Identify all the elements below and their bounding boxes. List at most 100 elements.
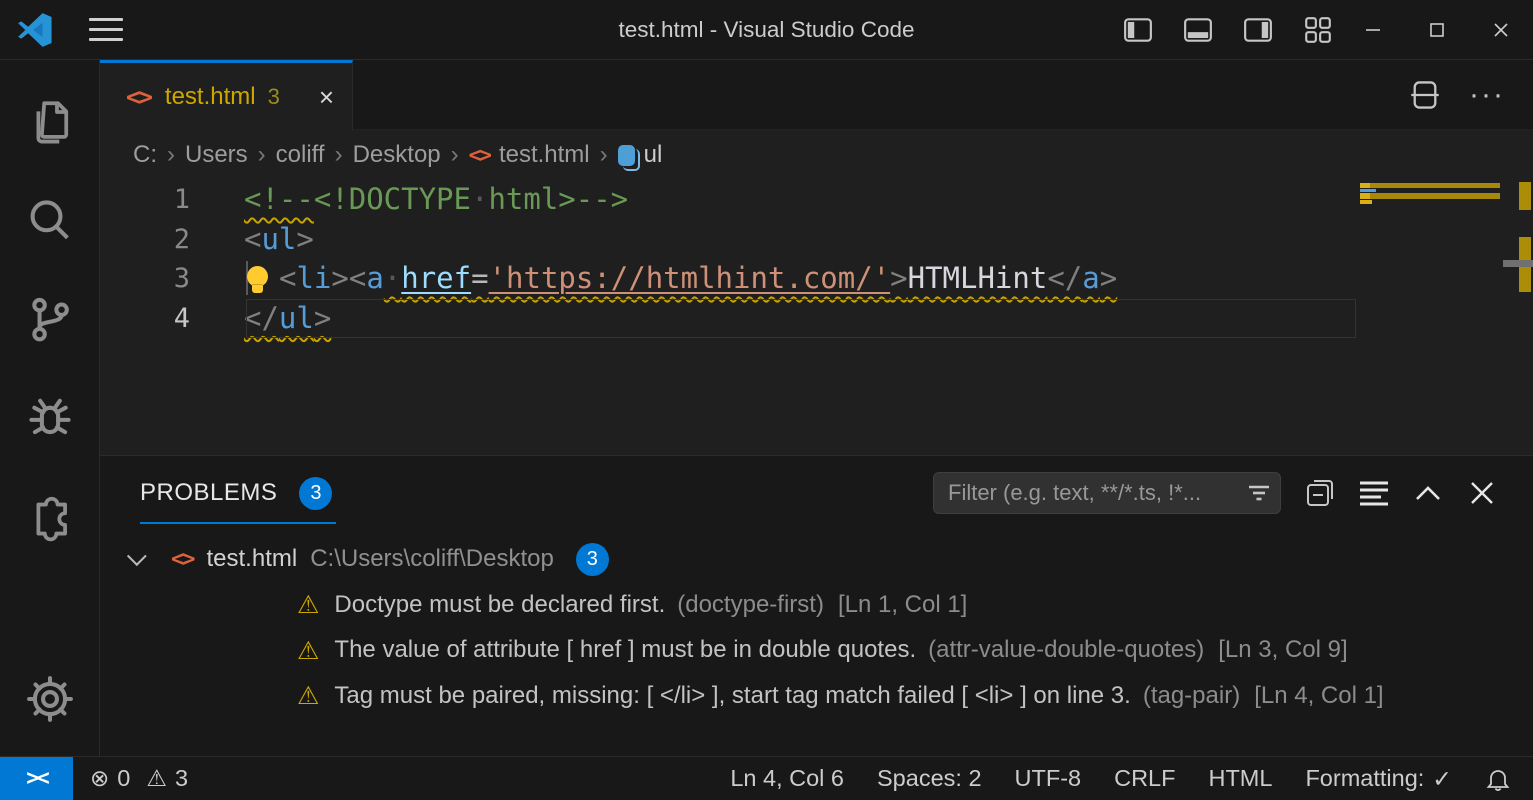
manage-settings-gear-icon[interactable] [0, 650, 100, 748]
problem-source: (attr-value-double-quotes) [928, 636, 1204, 664]
breadcrumb-label: Desktop [353, 141, 441, 169]
maximize-button[interactable] [1405, 0, 1469, 59]
vscode-logo-icon [17, 12, 53, 48]
file-name: test.html [207, 545, 298, 573]
menu-hamburger-icon[interactable] [89, 18, 123, 41]
encoding-status[interactable]: UTF-8 [1015, 765, 1082, 792]
problems-filter-input[interactable] [933, 472, 1281, 514]
tab-close-icon[interactable]: × [319, 84, 334, 110]
code-token: HTMLHint [908, 261, 1048, 295]
code-token: <!-- [244, 182, 314, 216]
search-icon[interactable] [0, 172, 100, 270]
line-number: 3 [100, 259, 244, 299]
extensions-icon[interactable] [0, 466, 100, 564]
code-token: > [296, 222, 313, 256]
editor[interactable]: 1<!--<!DOCTYPE·html>-->2<ul>3<li><a·href… [100, 180, 1533, 455]
code-token: a [1082, 261, 1099, 295]
code-token: > [314, 301, 331, 335]
language-mode-status[interactable]: HTML [1208, 765, 1272, 792]
lightbulb-icon[interactable] [244, 265, 279, 295]
breadcrumb-label: coliff [276, 141, 325, 169]
problem-position: [Ln 1, Col 1] [838, 591, 967, 619]
toggle-secondary-sidebar-icon[interactable] [1235, 7, 1281, 53]
file-problems-badge: 3 [576, 543, 609, 576]
warning-icon: ⚠ [297, 636, 319, 665]
symbol-element-icon [618, 145, 635, 166]
code-line-3[interactable]: 3<li><a·href='https://htmlhint.com/'>HTM… [100, 259, 1533, 299]
notifications-bell-icon[interactable] [1485, 766, 1511, 792]
problem-message: Doctype must be declared first. [334, 591, 665, 619]
code-token: · [384, 261, 401, 295]
close-window-button[interactable] [1469, 0, 1533, 59]
code-line-1[interactable]: 1<!--<!DOCTYPE·html>--> [100, 180, 1533, 220]
code-token: ul [261, 222, 296, 256]
breadcrumb-item-c-[interactable]: C: [133, 141, 157, 169]
problem-message: The value of attribute [ href ] must be … [334, 636, 916, 664]
filter-icon [1247, 483, 1271, 503]
explorer-icon[interactable] [0, 74, 100, 172]
breadcrumb-item-desktop[interactable]: Desktop [353, 141, 441, 169]
cursor-position-status[interactable]: Ln 4, Col 6 [730, 765, 844, 792]
problem-row-1[interactable]: ⚠Doctype must be declared first.(doctype… [100, 582, 1533, 628]
breadcrumb-item-test-html[interactable]: <>test.html [469, 141, 590, 169]
more-actions-icon[interactable]: ··· [1469, 78, 1505, 112]
errors-warnings-status[interactable]: ⊗ 0 ⚠ 3 [90, 765, 188, 792]
breadcrumb-item-ul[interactable]: ul [618, 141, 663, 169]
problem-row-2[interactable]: ⚠ The value of attribute [ href ] must be… [100, 628, 1533, 674]
problems-filter [933, 472, 1281, 514]
toggle-panel-icon[interactable] [1175, 7, 1221, 53]
breadcrumb-separator-icon: › [167, 141, 175, 169]
minimize-button[interactable] [1341, 0, 1405, 59]
customize-layout-icon[interactable] [1295, 7, 1341, 53]
warning-icon: ⚠ [146, 766, 167, 792]
minimap[interactable] [1360, 183, 1500, 205]
problem-position: [Ln 3, Col 9] [1218, 636, 1347, 664]
warning-count: 3 [175, 765, 188, 792]
tab-test-html[interactable]: <> test.html 3 × [100, 60, 353, 130]
remote-indicator[interactable]: >< [0, 757, 73, 800]
breadcrumb-separator-icon: › [451, 141, 459, 169]
html-file-icon: <> [171, 547, 194, 572]
file-path: C:\Users\coliff\Desktop [310, 545, 554, 573]
error-count: 0 [117, 765, 130, 792]
overview-ruler [1503, 180, 1533, 455]
run-and-debug-icon[interactable] [0, 368, 100, 466]
eol-status[interactable]: CRLF [1114, 765, 1175, 792]
code-token: li [296, 261, 331, 295]
chevron-down-icon [127, 546, 147, 566]
breadcrumb-item-coliff[interactable]: coliff [276, 141, 325, 169]
code-token: < [279, 261, 296, 295]
split-editor-icon[interactable] [1409, 79, 1441, 111]
breadcrumb-label: Users [185, 141, 248, 169]
tab-label: test.html [165, 83, 256, 111]
collapse-all-icon[interactable] [1305, 478, 1335, 508]
html-file-icon: <> [469, 143, 490, 167]
breadcrumb-item-users[interactable]: Users [185, 141, 248, 169]
problem-source: (doctype-first) [677, 591, 824, 619]
source-control-icon[interactable] [0, 270, 100, 368]
code-line-2[interactable]: 2<ul> [100, 220, 1533, 260]
toggle-primary-sidebar-icon[interactable] [1115, 7, 1161, 53]
problems-tree: <> test.html C:\Users\coliff\Desktop 3 ⚠… [100, 530, 1533, 719]
code-line-4[interactable]: 4</ul> [100, 299, 1533, 339]
error-icon: ⊗ [90, 766, 109, 792]
problems-file-group[interactable]: <> test.html C:\Users\coliff\Desktop 3 [100, 536, 1533, 582]
breadcrumb-label: C: [133, 141, 157, 169]
formatting-status[interactable]: Formatting: ✓ [1305, 765, 1452, 793]
status-bar: >< ⊗ 0 ⚠ 3 Ln 4, Col 6 Spaces: 2 UTF-8 C… [0, 756, 1533, 800]
maximize-panel-icon[interactable] [1413, 478, 1443, 508]
problems-count-badge: 3 [299, 477, 332, 510]
close-panel-icon[interactable] [1467, 478, 1497, 508]
view-as-table-icon[interactable] [1359, 478, 1389, 508]
activity-bar [0, 60, 100, 756]
problem-row-3[interactable]: ⚠Tag must be paired, missing: [ </li> ],… [100, 673, 1533, 719]
code-token: · [471, 182, 488, 216]
indentation-status[interactable]: Spaces: 2 [877, 765, 982, 792]
problem-source: (tag-pair) [1143, 682, 1240, 710]
titlebar: test.html - Visual Studio Code [0, 0, 1533, 60]
tab-problems[interactable]: PROBLEMS 3 [140, 463, 336, 524]
code-token: ul [279, 301, 314, 335]
html-file-icon: <> [126, 83, 151, 111]
code-token: html>--> [488, 182, 628, 216]
code-token: href [401, 261, 471, 295]
